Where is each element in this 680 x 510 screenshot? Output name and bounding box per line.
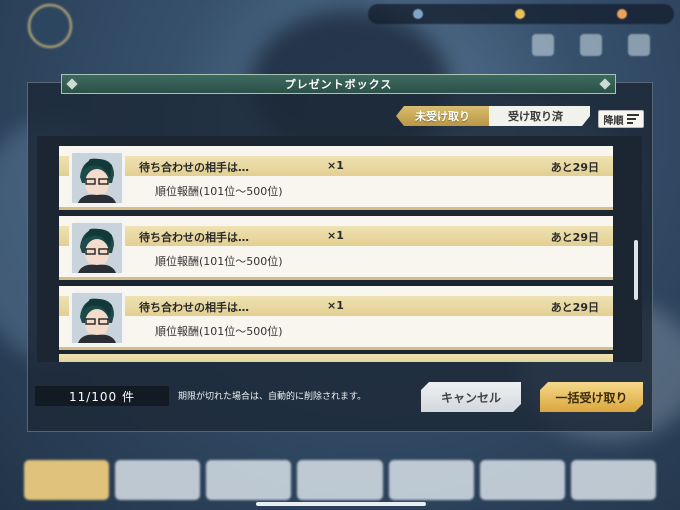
item-name: 待ち合わせの相手は…: [139, 231, 249, 244]
sort-descending-icon: [626, 114, 639, 124]
bottom-navigation: [24, 460, 656, 500]
dialog-title: プレゼントボックス: [61, 74, 616, 94]
character-portrait-icon: [69, 220, 125, 276]
nav-home[interactable]: [24, 460, 110, 500]
present-item[interactable]: 待ち合わせの相手は… ×1 あと29日 順位報酬(101位～500位): [59, 146, 613, 210]
home-indicator[interactable]: [256, 502, 426, 506]
item-quantity: ×1: [327, 159, 344, 172]
coin-indicator: [514, 9, 528, 19]
present-list[interactable]: 待ち合わせの相手は… ×1 あと29日 順位報酬(101位～500位) 待ち合わ…: [37, 136, 642, 362]
item-quantity: ×1: [327, 299, 344, 312]
nav-item[interactable]: [570, 460, 656, 500]
calendar-icon: [532, 34, 554, 56]
tab-group: 未受け取り 受け取り済: [396, 106, 590, 126]
item-description: 順位報酬(101位～500位): [155, 255, 283, 268]
top-menu-icons: [532, 34, 650, 56]
stamina-indicator: [412, 9, 426, 19]
present-item[interactable]: 待ち合わせの相手は… ×1 あと29日 順位報酬(101位～500位): [59, 286, 613, 350]
item-name: 待ち合わせの相手は…: [139, 161, 249, 174]
list-scrollbar[interactable]: [634, 240, 638, 300]
present-item-partial[interactable]: [59, 354, 613, 362]
item-description: 順位報酬(101位～500位): [155, 185, 283, 198]
item-expiry: あと29日: [550, 301, 599, 314]
sort-button[interactable]: 降順: [598, 110, 644, 128]
nav-item[interactable]: [297, 460, 383, 500]
expiry-notice: 期限が切れた場合は、自動的に削除されます。: [178, 392, 367, 402]
nav-item[interactable]: [206, 460, 292, 500]
tab-unreceived[interactable]: 未受け取り: [396, 106, 489, 126]
nav-item[interactable]: [388, 460, 474, 500]
receive-all-button[interactable]: 一括受け取り: [540, 382, 643, 412]
item-expiry: あと29日: [550, 161, 599, 174]
menu-icon: [628, 34, 650, 56]
present-item[interactable]: 待ち合わせの相手は… ×1 あと29日 順位報酬(101位～500位): [59, 216, 613, 280]
item-name: 待ち合わせの相手は…: [139, 301, 249, 314]
cancel-button[interactable]: キャンセル: [421, 382, 521, 412]
player-rank-badge: [28, 4, 72, 48]
present-count: 11/100 件: [35, 386, 169, 406]
character-portrait-icon: [69, 290, 125, 346]
character-portrait-icon: [69, 150, 125, 206]
item-expiry: あと29日: [550, 231, 599, 244]
nav-item[interactable]: [115, 460, 201, 500]
nav-item[interactable]: [479, 460, 565, 500]
sort-label: 降順: [603, 115, 624, 127]
status-bar: [368, 4, 674, 24]
item-quantity: ×1: [327, 229, 344, 242]
mail-icon: [580, 34, 602, 56]
item-description: 順位報酬(101位～500位): [155, 325, 283, 338]
tab-received[interactable]: 受け取り済: [489, 106, 590, 126]
gem-indicator: [616, 9, 630, 19]
